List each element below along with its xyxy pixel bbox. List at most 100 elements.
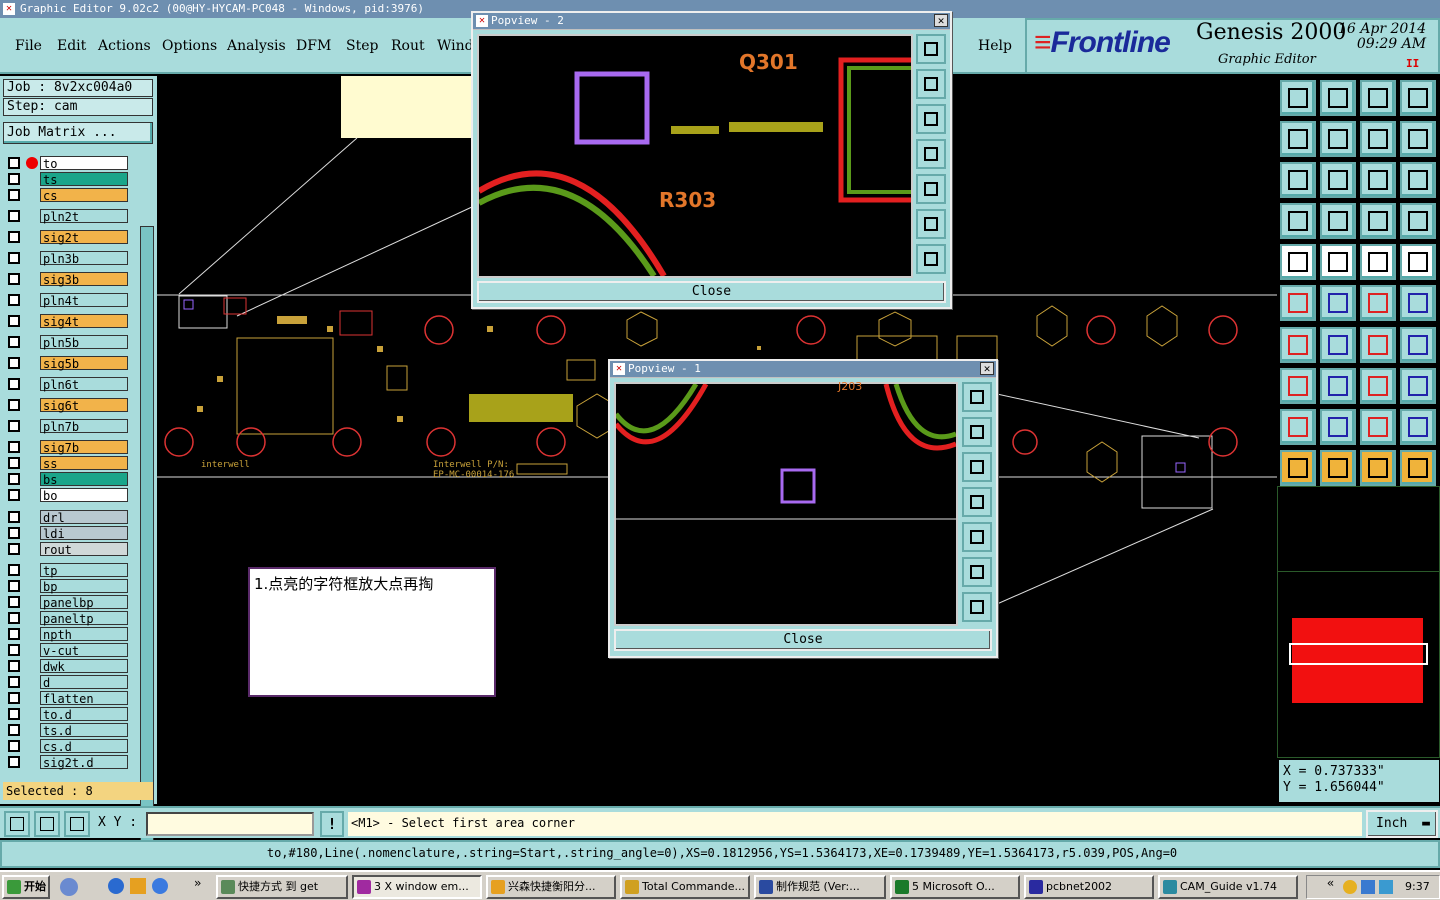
menu-dfm[interactable]: DFM (296, 38, 331, 54)
layer-checkbox[interactable] (8, 596, 20, 608)
text-tool-button[interactable] (1360, 409, 1396, 445)
task-spec[interactable]: 制作规范 (Ver:... (754, 875, 886, 899)
layer-row-sig3b[interactable]: sig3b (6, 272, 128, 287)
layer-name[interactable]: bo (40, 488, 128, 503)
layer-checkbox[interactable] (8, 420, 20, 432)
popview-1-viewport[interactable]: J203 (614, 380, 958, 626)
zoom-fit-button[interactable] (1320, 80, 1356, 116)
task-microsoft-office[interactable]: 5 Microsoft O... (890, 875, 1020, 899)
task-x-window[interactable]: 3 X window em... (352, 875, 482, 899)
layer-checkbox[interactable] (8, 564, 20, 576)
pad-tool-button[interactable] (1280, 368, 1316, 404)
layer-checkbox[interactable] (8, 628, 20, 640)
job-matrix-button[interactable]: Job Matrix ... (3, 122, 153, 144)
layer-row-dwk[interactable]: dwk (6, 659, 128, 674)
popview-1-close-button[interactable]: Close (614, 629, 992, 651)
layer-checkbox[interactable] (8, 756, 20, 768)
layer-row-sig2t[interactable]: sig2t (6, 230, 128, 245)
layer-row-to[interactable]: to (6, 156, 128, 171)
measure-tool-button[interactable] (34, 811, 60, 837)
layer-checkbox[interactable] (8, 489, 20, 501)
layer-row-paneltp[interactable]: paneltp (6, 611, 128, 626)
menu-options[interactable]: Options (162, 38, 217, 54)
popview-2-close-icon[interactable]: ✕ (934, 14, 948, 27)
layer-checkbox[interactable] (8, 676, 20, 688)
layer-row-npth[interactable]: npth (6, 627, 128, 642)
xy-input[interactable] (146, 812, 314, 836)
menu-help[interactable]: Help (978, 38, 1012, 54)
layer-row-pln7b[interactable]: pln7b (6, 419, 128, 434)
layer-name[interactable]: sig4t (40, 314, 128, 329)
pan-up-button[interactable] (916, 69, 946, 99)
layer-row-ts-d[interactable]: ts.d (6, 723, 128, 738)
trim-tool-button[interactable] (1320, 368, 1356, 404)
menu-file[interactable]: File (15, 38, 42, 54)
layer-name[interactable]: sig3b (40, 272, 128, 287)
layer-name[interactable]: pln3b (40, 251, 128, 266)
line-tool-button[interactable] (1320, 327, 1356, 363)
move-feature-button[interactable] (1360, 285, 1396, 321)
layer-row-pln2t[interactable]: pln2t (6, 209, 128, 224)
layer-row-rout[interactable]: rout (6, 542, 128, 557)
layer-checkbox[interactable] (8, 294, 20, 306)
layer-name[interactable]: sig2t.d (40, 755, 128, 770)
grid-toggle-button[interactable] (1320, 203, 1356, 239)
layer-name[interactable]: tp (40, 563, 128, 578)
layer-checkbox[interactable] (8, 708, 20, 720)
zoom-in-button[interactable] (1280, 162, 1316, 198)
layer-checkbox[interactable] (8, 527, 20, 539)
select-arrow-button[interactable] (1280, 450, 1316, 486)
layer-checkbox[interactable] (8, 157, 20, 169)
tray-icon[interactable] (1379, 880, 1393, 894)
ie-icon[interactable] (108, 878, 124, 894)
tray-expand-icon[interactable]: « (1327, 876, 1334, 890)
layer-name[interactable]: ts (40, 172, 128, 187)
zoom-out-button[interactable] (962, 592, 992, 622)
layer-row-pln5b[interactable]: pln5b (6, 335, 128, 350)
overview-viewport-frame[interactable] (1289, 643, 1428, 665)
layer-name[interactable]: d (40, 675, 128, 690)
scale-1-2-button[interactable] (1360, 162, 1396, 198)
chevron-right-icon[interactable]: » (194, 876, 201, 890)
snap-settings-button[interactable] (1280, 203, 1316, 239)
pan-right-button[interactable] (916, 174, 946, 204)
layer-row-ts[interactable]: ts (6, 172, 128, 187)
triangle-tool-button[interactable] (1320, 409, 1356, 445)
overview-map[interactable] (1277, 486, 1440, 758)
query-help-button[interactable] (1400, 162, 1436, 198)
layer-row-d[interactable]: d (6, 675, 128, 690)
tray-icon[interactable] (1343, 880, 1357, 894)
dimension-tool-button[interactable] (1360, 368, 1396, 404)
layer-checkbox[interactable] (8, 357, 20, 369)
select-point-button[interactable] (1360, 450, 1396, 486)
layer-name[interactable]: rout (40, 542, 128, 557)
layer-scrollbar[interactable] (140, 226, 154, 852)
layer-checkbox[interactable] (8, 660, 20, 672)
alert-icon[interactable]: ! (320, 811, 344, 837)
zoom-in-button[interactable] (962, 557, 992, 587)
layer-name[interactable]: pln5b (40, 335, 128, 350)
layer-checkbox[interactable] (8, 457, 20, 469)
layer-name[interactable]: bs (40, 472, 128, 487)
layer-checkbox[interactable] (8, 473, 20, 485)
popview-2-titlebar[interactable]: ✕ Popview - 2 ✕ (473, 13, 950, 29)
layer-checkbox[interactable] (8, 252, 20, 264)
task-total-commander[interactable]: Total Commande... (620, 875, 750, 899)
zoom-center-button[interactable] (1320, 162, 1356, 198)
folder-icon[interactable] (130, 878, 146, 894)
layer-checkbox[interactable] (8, 315, 20, 327)
layer-row-panelbp[interactable]: panelbp (6, 595, 128, 610)
popview-2-close-button[interactable]: Close (477, 281, 946, 303)
add-feature-button[interactable] (1400, 285, 1436, 321)
layer-compare-button[interactable] (1360, 203, 1396, 239)
layer-checkbox[interactable] (8, 399, 20, 411)
layer-checkbox[interactable] (8, 692, 20, 704)
layer-row-ss[interactable]: ss (6, 456, 128, 471)
measure-line-button[interactable] (1320, 244, 1356, 280)
menu-analysis[interactable]: Analysis (227, 38, 286, 54)
menu-window[interactable]: Wind (437, 38, 474, 54)
layer-row-to-d[interactable]: to.d (6, 707, 128, 722)
pan-right-button[interactable] (1320, 121, 1356, 157)
layer-checkbox[interactable] (8, 724, 20, 736)
layer-row-sig2t-d[interactable]: sig2t.d (6, 755, 128, 770)
